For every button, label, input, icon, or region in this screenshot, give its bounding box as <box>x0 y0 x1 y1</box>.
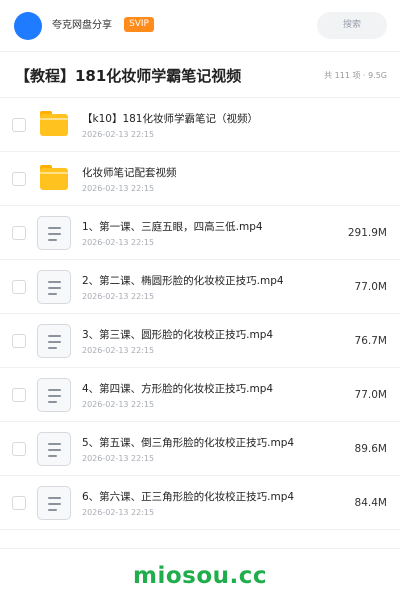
file-size: 77.0M <box>354 389 387 401</box>
file-row[interactable]: 4、第四课、方形脸的化妆校正技巧.mp4 2026-02-13 22:15 77… <box>0 368 400 422</box>
search-button[interactable]: 搜索 <box>317 12 387 39</box>
document-icon <box>37 216 71 250</box>
title-bar: 【教程】181化妆师学霸笔记视频 共 111 项 · 9.5G <box>0 52 400 98</box>
file-date: 2026-02-13 22:15 <box>82 508 155 517</box>
file-row[interactable]: 6、第六课、正三角形脸的化妆校正技巧.mp4 2026-02-13 22:15 … <box>0 476 400 530</box>
file-date: 2026-02-13 22:15 <box>82 130 155 139</box>
folder-icon <box>37 162 71 196</box>
file-row[interactable]: 3、第三课、圆形脸的化妆校正技巧.mp4 2026-02-13 22:15 76… <box>0 314 400 368</box>
file-size: 76.7M <box>354 335 387 347</box>
file-name: 1、第一课、三庭五眼，四高三低.mp4 <box>82 221 263 233</box>
brand-name: 夸克网盘分享 <box>52 20 112 31</box>
row-checkbox[interactable] <box>12 172 26 186</box>
file-name: 5、第五课、倒三角形脸的化妆校正技巧.mp4 <box>82 437 295 449</box>
row-checkbox[interactable] <box>12 280 26 294</box>
file-row[interactable]: 2、第二课、椭圆形脸的化妆校正技巧.mp4 2026-02-13 22:15 7… <box>0 260 400 314</box>
file-name: 化妆师笔记配套视频 <box>82 167 177 179</box>
item-count: 共 111 项 · 9.5G <box>324 71 387 80</box>
document-icon <box>37 432 71 466</box>
file-date: 2026-02-13 22:15 <box>82 292 155 301</box>
row-checkbox[interactable] <box>12 226 26 240</box>
document-icon <box>37 378 71 412</box>
file-date: 2026-02-13 22:15 <box>82 346 155 355</box>
file-name: 2、第二课、椭圆形脸的化妆校正技巧.mp4 <box>82 275 284 287</box>
row-checkbox[interactable] <box>12 118 26 132</box>
file-name: 【k10】181化妆师学霸笔记（视频） <box>82 113 258 125</box>
file-date: 2026-02-13 22:15 <box>82 238 155 247</box>
file-date: 2026-02-13 22:15 <box>82 454 155 463</box>
document-icon <box>37 324 71 358</box>
file-list: 【k10】181化妆师学霸笔记（视频） 2026-02-13 22:15 化妆师… <box>0 98 400 530</box>
file-row[interactable]: 1、第一课、三庭五眼，四高三低.mp4 2026-02-13 22:15 291… <box>0 206 400 260</box>
page-title: 【教程】181化妆师学霸笔记视频 <box>15 67 242 85</box>
file-row[interactable]: 化妆师笔记配套视频 2026-02-13 22:15 <box>0 152 400 206</box>
document-icon <box>37 270 71 304</box>
file-date: 2026-02-13 22:15 <box>82 184 155 193</box>
top-bar: 夸克网盘分享 SVIP 搜索 <box>0 0 400 52</box>
file-name: 3、第三课、圆形脸的化妆校正技巧.mp4 <box>82 329 274 341</box>
row-checkbox[interactable] <box>12 442 26 456</box>
row-checkbox[interactable] <box>12 334 26 348</box>
row-checkbox[interactable] <box>12 388 26 402</box>
file-size: 89.6M <box>354 443 387 455</box>
file-size: 84.4M <box>354 497 387 509</box>
file-row[interactable]: 5、第五课、倒三角形脸的化妆校正技巧.mp4 2026-02-13 22:15 … <box>0 422 400 476</box>
svip-badge[interactable]: SVIP <box>124 17 154 32</box>
file-size: 291.9M <box>347 227 387 239</box>
avatar[interactable] <box>14 12 42 40</box>
folder-icon <box>37 108 71 142</box>
watermark-text: miosou.cc <box>132 563 268 589</box>
file-row[interactable]: 【k10】181化妆师学霸笔记（视频） 2026-02-13 22:15 <box>0 98 400 152</box>
file-name: 4、第四课、方形脸的化妆校正技巧.mp4 <box>82 383 274 395</box>
file-size: 77.0M <box>354 281 387 293</box>
file-name: 6、第六课、正三角形脸的化妆校正技巧.mp4 <box>82 491 295 503</box>
footer: miosou.cc <box>0 548 400 600</box>
file-date: 2026-02-13 22:15 <box>82 400 155 409</box>
row-checkbox[interactable] <box>12 496 26 510</box>
document-icon <box>37 486 71 520</box>
